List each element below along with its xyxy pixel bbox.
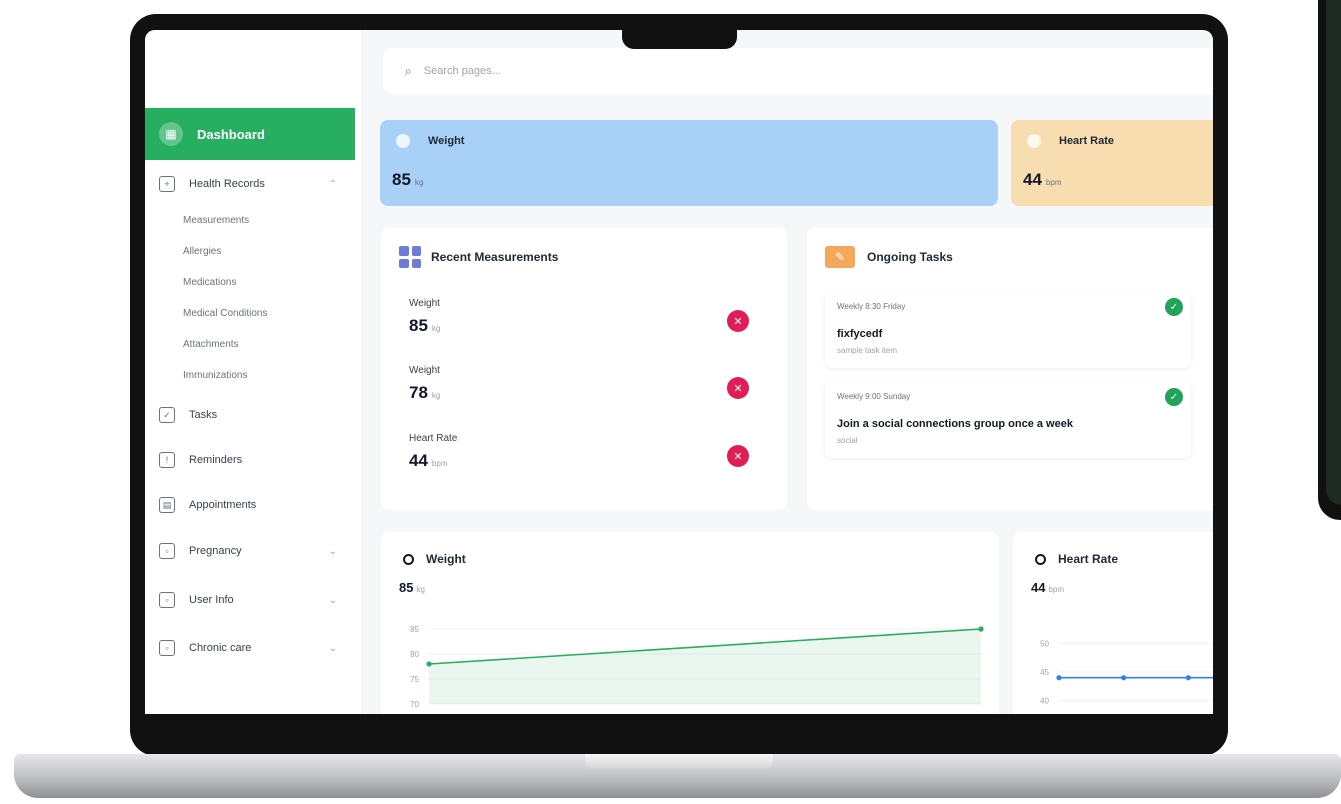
y-tick-label: 45 <box>1040 668 1049 677</box>
heart-icon <box>1027 134 1041 148</box>
heart-rate-chart: 50 45 40 <box>1040 639 1213 706</box>
chevron-up-icon: ⌃ <box>328 178 337 190</box>
task-card[interactable]: Weekly 8:30 Friday fixfycedf sample task… <box>825 290 1191 368</box>
sidebar-item-chronic-care[interactable]: ▫ Chronic care ⌄ <box>159 637 349 659</box>
list-item: Heart Rate 44 bpm ✕ <box>395 423 775 485</box>
task-meta: Weekly 9:00 Sunday <box>837 392 911 401</box>
heart-rate-chart-panel: Heart Rate 44 bpm 50 45 40 <box>1013 532 1213 714</box>
stat-card-heart-rate[interactable]: Heart Rate 44 bpm <box>1011 120 1213 206</box>
sidebar-item-dashboard[interactable]: ▦ Dashboard <box>145 108 355 160</box>
y-tick-label: 50 <box>1040 639 1049 648</box>
search-input[interactable]: Search pages... <box>424 65 501 77</box>
sidebar-subitem-attachments[interactable]: Attachments <box>183 339 239 350</box>
sidebar-subitem-medications[interactable]: Medications <box>183 277 236 288</box>
task-subtitle: social <box>837 436 858 445</box>
weight-chart-panel: Weight 85 kg 85 80 75 70 <box>381 532 999 714</box>
sidebar-subitem-measurements[interactable]: Measurements <box>183 215 249 226</box>
y-tick-label: 80 <box>410 650 419 659</box>
sidebar-item-health-records[interactable]: + Health Records ⌃ <box>159 173 349 195</box>
task-folder-icon: ✎ <box>825 246 855 268</box>
health-records-icon: + <box>159 176 175 192</box>
stat-value: 85 <box>392 170 411 189</box>
delete-icon[interactable]: ✕ <box>727 377 749 399</box>
sidebar-subitem-immunizations[interactable]: Immunizations <box>183 370 247 381</box>
y-tick-label: 75 <box>410 675 419 684</box>
sidebar-subitem-allergies[interactable]: Allergies <box>183 246 221 257</box>
sidebar-item-reminders[interactable]: ! Reminders <box>159 449 349 471</box>
area-fill <box>429 629 981 704</box>
sidebar-item-pregnancy[interactable]: ▫ Pregnancy ⌄ <box>159 540 349 562</box>
ongoing-tasks-panel: ✎ Ongoing Tasks Weekly 8:30 Friday fixfy… <box>807 228 1213 510</box>
data-point <box>1056 675 1062 681</box>
data-point <box>978 626 984 632</box>
camera-notch <box>622 14 737 49</box>
task-subtitle: sample task item <box>837 346 898 355</box>
search-bar[interactable]: ⌕ Search pages... <box>383 48 1213 94</box>
data-point <box>426 661 432 667</box>
y-tick-label: 70 <box>410 700 419 709</box>
list-item: Weight 78 kg ✕ <box>395 355 775 417</box>
sidebar-item-user-info[interactable]: ▫ User Info ⌄ <box>159 589 349 611</box>
data-point <box>1185 675 1191 681</box>
panel-title: Recent Measurements <box>399 246 558 268</box>
grid-icon <box>399 246 421 268</box>
user-info-icon: ▫ <box>159 592 175 608</box>
panel-title: ✎ Ongoing Tasks <box>825 246 953 268</box>
stat-card-weight[interactable]: Weight 85 kg <box>380 120 998 206</box>
stat-value: 44 <box>1023 170 1042 189</box>
list-item: Weight 85 kg ✕ <box>395 288 775 350</box>
recent-measurements-panel: Recent Measurements Weight 85 kg ✕ Weight… <box>381 228 787 510</box>
task-title: Join a social connections group once a w… <box>837 418 1073 430</box>
app-screen: ▦ Dashboard + Health Records ⌃ Measureme… <box>145 30 1213 714</box>
search-icon: ⌕ <box>405 63 412 78</box>
sidebar-subitem-medical-conditions[interactable]: Medical Conditions <box>183 308 268 319</box>
tasks-icon: ✓ <box>159 407 175 423</box>
task-card[interactable]: Weekly 9:00 Sunday Join a social connect… <box>825 380 1191 458</box>
sidebar: ▦ Dashboard + Health Records ⌃ Measureme… <box>145 30 363 714</box>
delete-icon[interactable]: ✕ <box>727 445 749 467</box>
check-icon[interactable]: ✓ <box>1165 298 1183 316</box>
dashboard-icon: ▦ <box>159 122 183 146</box>
chevron-down-icon: ⌄ <box>328 594 337 606</box>
delete-icon[interactable]: ✕ <box>727 310 749 332</box>
chevron-down-icon: ⌄ <box>328 642 337 654</box>
data-point <box>1121 675 1127 681</box>
laptop-base-lip <box>585 754 773 770</box>
calendar-icon: ▤ <box>159 497 175 513</box>
task-title: fixfycedf <box>837 328 883 340</box>
weight-icon <box>396 134 410 148</box>
chronic-care-icon: ▫ <box>159 640 175 656</box>
side-device-frame <box>1318 0 1341 520</box>
chevron-down-icon: ⌄ <box>328 545 337 557</box>
sidebar-item-label: Dashboard <box>197 126 265 142</box>
task-meta: Weekly 8:30 Friday <box>837 302 906 311</box>
check-icon[interactable]: ✓ <box>1165 388 1183 406</box>
bell-icon: ! <box>159 452 175 468</box>
y-tick-label: 85 <box>410 625 419 634</box>
y-tick-label: 40 <box>1040 697 1049 706</box>
pregnancy-icon: ▫ <box>159 543 175 559</box>
weight-chart: 85 80 75 70 <box>410 625 984 709</box>
sidebar-item-appointments[interactable]: ▤ Appointments <box>159 494 349 516</box>
sidebar-item-tasks[interactable]: ✓ Tasks <box>159 404 349 426</box>
